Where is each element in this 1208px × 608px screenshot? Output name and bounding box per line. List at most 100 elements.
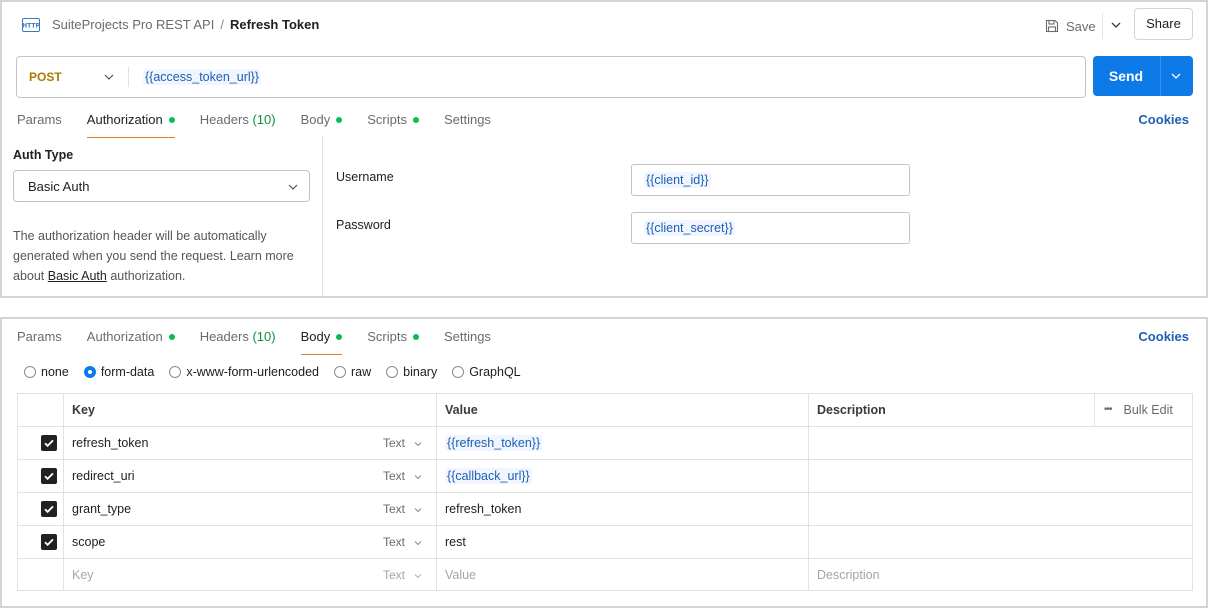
table-row: refresh_token Text {{refresh_token}} [18, 427, 1192, 460]
type-select[interactable]: Text [383, 526, 423, 558]
auth-type-label: Auth Type [13, 148, 74, 162]
body-mode-radios: none form-data x-www-form-urlencoded raw… [24, 365, 521, 379]
row-key[interactable]: redirect_uri [72, 460, 135, 492]
form-data-table: Key Value Description ••• Bulk Edit refre… [17, 393, 1193, 591]
breadcrumb-collection[interactable]: SuiteProjects Pro REST API [52, 17, 214, 32]
tab-params[interactable]: Params [17, 329, 62, 353]
chevron-down-icon[interactable] [103, 71, 115, 83]
request-header: HTTP SuiteProjects Pro REST API / Refresh … [2, 2, 1206, 48]
url-bar: POST {{access_token_url}} [16, 56, 1086, 98]
tab-params[interactable]: Params [17, 112, 62, 136]
divider [128, 67, 129, 87]
request-panel: HTTP SuiteProjects Pro REST API / Refresh … [0, 0, 1208, 298]
status-dot [336, 333, 343, 340]
status-dot [412, 116, 419, 123]
row-key[interactable]: scope [72, 526, 105, 558]
checkbox[interactable] [41, 501, 57, 517]
http-icon: HTTP [22, 18, 40, 32]
basic-auth-link[interactable]: Basic Auth [48, 269, 107, 283]
radio-graphql[interactable]: GraphQL [452, 365, 521, 379]
radio-circle [24, 366, 36, 378]
radio-raw[interactable]: raw [334, 365, 371, 379]
request-tabs: Params Authorization Headers (10) Body S… [17, 329, 516, 355]
tab-headers[interactable]: Headers (10) [200, 329, 276, 353]
username-field[interactable]: {{client_id}} [631, 164, 910, 196]
cookies-link[interactable]: Cookies [1138, 329, 1189, 344]
description-input[interactable]: Description [817, 559, 880, 591]
chevron-down-icon [414, 474, 422, 480]
tab-body[interactable]: Body [300, 329, 343, 355]
radio-none[interactable]: none [24, 365, 69, 379]
send-button[interactable]: Send [1093, 56, 1193, 96]
tab-settings[interactable]: Settings [444, 112, 491, 136]
status-dot [168, 116, 175, 123]
bulk-edit-button[interactable]: ••• Bulk Edit [1104, 394, 1173, 426]
row-value[interactable]: {{refresh_token}} [445, 427, 543, 459]
chevron-down-icon [414, 507, 422, 513]
status-dot [336, 116, 343, 123]
row-key[interactable]: refresh_token [72, 427, 148, 459]
row-key[interactable]: grant_type [72, 493, 131, 525]
send-label: Send [1108, 68, 1144, 84]
tab-authorization[interactable]: Authorization [87, 329, 175, 353]
request-title[interactable]: Refresh Token [230, 17, 319, 32]
table-row: scope Text rest [18, 526, 1192, 559]
password-label: Password [336, 218, 391, 232]
radio-circle [169, 366, 182, 378]
table-row: redirect_uri Text {{callback_url}} [18, 460, 1192, 493]
radio-form-data[interactable]: form-data [83, 365, 154, 379]
tab-authorization[interactable]: Authorization [86, 112, 175, 138]
request-tabs: Params Authorization Headers (10) Body S… [17, 112, 516, 138]
type-select[interactable]: Text [383, 427, 423, 459]
divider [1160, 56, 1161, 96]
password-field[interactable]: {{client_secret}} [631, 212, 910, 244]
body-panel: Params Authorization Headers (10) Body S… [0, 317, 1208, 608]
table-header: Key Value Description ••• Bulk Edit [18, 394, 1192, 427]
chevron-down-icon [288, 184, 298, 190]
save-button[interactable]: Save [1044, 15, 1096, 37]
auth-description: The authorization header will be automat… [13, 229, 294, 283]
row-value[interactable]: rest [445, 526, 466, 558]
share-button[interactable]: Share [1134, 8, 1193, 40]
chevron-down-icon [414, 540, 422, 546]
status-dot [168, 333, 175, 340]
chevron-down-icon[interactable] [1108, 16, 1124, 34]
checkbox[interactable] [41, 468, 57, 484]
table-row-empty: Key Text Value Description [18, 559, 1192, 592]
more-icon: ••• [1104, 404, 1112, 415]
table-row: grant_type Text refresh_token [18, 493, 1192, 526]
radio-circle [83, 366, 96, 378]
row-value[interactable]: refresh_token [445, 493, 521, 525]
radio-circle [452, 366, 465, 378]
tab-headers[interactable]: Headers (10) [200, 112, 276, 136]
value-input[interactable]: Value [445, 559, 476, 591]
radio-binary[interactable]: binary [386, 365, 437, 379]
checkbox[interactable] [41, 534, 57, 550]
radio-circle [386, 366, 399, 378]
type-select[interactable]: Text [383, 559, 423, 591]
chevron-down-icon[interactable] [1170, 70, 1182, 82]
radio-x-www-form-urlencoded[interactable]: x-www-form-urlencoded [169, 365, 319, 379]
chevron-down-icon [414, 441, 422, 447]
save-label: Save [1066, 18, 1096, 34]
method-select[interactable]: POST [29, 70, 62, 84]
chevron-down-icon [414, 573, 422, 579]
url-input[interactable]: {{access_token_url}} [143, 69, 261, 85]
auth-type-select[interactable]: Basic Auth [13, 170, 310, 202]
row-value[interactable]: {{callback_url}} [445, 460, 532, 492]
type-select[interactable]: Text [383, 493, 423, 525]
column-value: Value [445, 403, 478, 417]
cookies-link[interactable]: Cookies [1138, 112, 1189, 127]
divider [1102, 13, 1103, 39]
auth-type-section: Auth Type Basic Auth The authorization h… [13, 148, 313, 283]
tab-body[interactable]: Body [301, 112, 343, 136]
breadcrumb: SuiteProjects Pro REST API / Refresh Token [52, 17, 320, 32]
key-input[interactable]: Key [72, 559, 94, 591]
type-select[interactable]: Text [383, 460, 423, 492]
divider [322, 136, 323, 298]
tab-scripts[interactable]: Scripts [367, 329, 419, 353]
checkbox[interactable] [41, 435, 57, 451]
tab-scripts[interactable]: Scripts [367, 112, 419, 136]
svg-text:HTTP: HTTP [22, 23, 40, 30]
tab-settings[interactable]: Settings [444, 329, 491, 353]
